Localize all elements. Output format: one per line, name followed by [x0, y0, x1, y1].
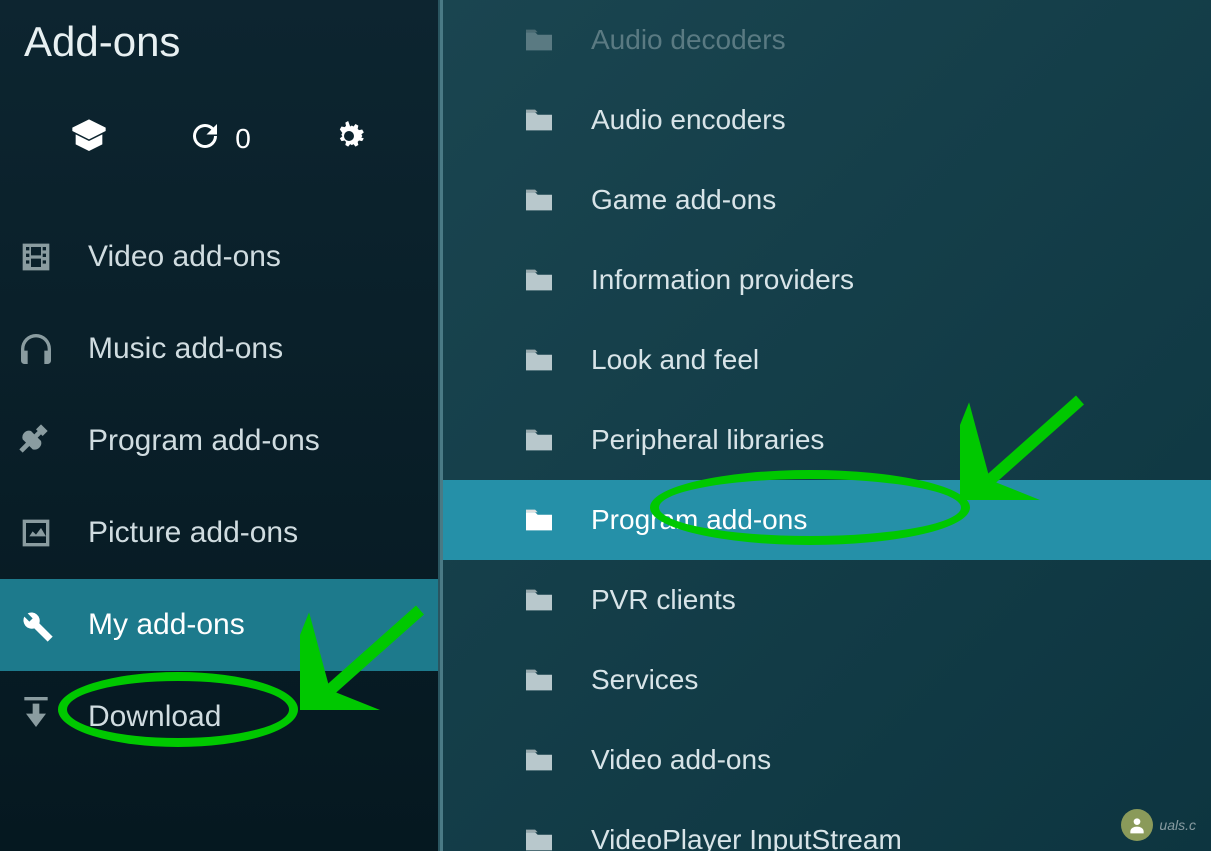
film-icon	[16, 237, 56, 277]
folder-icon	[523, 347, 555, 373]
sidebar-item-label: Picture add-ons	[88, 516, 298, 550]
category-label: Peripheral libraries	[591, 424, 824, 456]
headphones-icon	[16, 329, 56, 369]
folder-icon	[523, 27, 555, 53]
category-label: PVR clients	[591, 584, 736, 616]
toolbar: 0	[0, 76, 438, 211]
category-item-game-addons[interactable]: Game add-ons	[443, 160, 1211, 240]
sidebar-item-music-addons[interactable]: Music add-ons	[0, 303, 438, 395]
sidebar-item-label: Download	[88, 700, 221, 734]
sidebar-item-download[interactable]: Download	[0, 671, 438, 763]
category-label: Audio decoders	[591, 24, 786, 56]
folder-icon	[523, 667, 555, 693]
category-item-videoplayer-inputstream[interactable]: VideoPlayer InputStream	[443, 800, 1211, 851]
wrench-icon	[16, 605, 56, 645]
watermark-text: uals.c	[1159, 817, 1196, 833]
toolbar-count: 0	[235, 123, 251, 155]
category-item-peripheral-libraries[interactable]: Peripheral libraries	[443, 400, 1211, 480]
sidebar-item-my-addons[interactable]: My add-ons	[0, 579, 438, 671]
folder-icon	[523, 107, 555, 133]
sidebar-item-label: My add-ons	[88, 608, 245, 642]
sidebar-item-label: Video add-ons	[88, 240, 281, 274]
folder-icon	[523, 427, 555, 453]
sidebar-item-program-addons[interactable]: Program add-ons	[0, 395, 438, 487]
folder-icon	[523, 587, 555, 613]
category-label: Information providers	[591, 264, 854, 296]
category-label: Look and feel	[591, 344, 759, 376]
sidebar-item-picture-addons[interactable]: Picture add-ons	[0, 487, 438, 579]
download-icon	[16, 697, 56, 737]
category-item-video-addons[interactable]: Video add-ons	[443, 720, 1211, 800]
box-button[interactable]	[69, 116, 109, 161]
category-item-audio-decoders[interactable]: Audio decoders	[443, 0, 1211, 80]
watermark-avatar-icon	[1121, 809, 1153, 841]
folder-icon	[523, 267, 555, 293]
sidebar-item-video-addons[interactable]: Video add-ons	[0, 211, 438, 303]
folder-icon	[523, 827, 555, 851]
sidebar-item-label: Music add-ons	[88, 332, 283, 366]
category-label: Services	[591, 664, 698, 696]
page-title: Add-ons	[0, 0, 438, 76]
tools-icon	[16, 421, 56, 461]
box-icon	[69, 116, 109, 161]
category-item-services[interactable]: Services	[443, 640, 1211, 720]
folder-icon	[523, 187, 555, 213]
category-item-information-providers[interactable]: Information providers	[443, 240, 1211, 320]
right-panel: Audio decoders Audio encoders Game add-o…	[440, 0, 1211, 851]
folder-icon	[523, 507, 555, 533]
refresh-button[interactable]: 0	[187, 118, 251, 159]
settings-button[interactable]	[329, 116, 369, 161]
sidebar-item-label: Program add-ons	[88, 424, 320, 458]
sidebar: Add-ons 0 Video add-ons	[0, 0, 440, 851]
category-label: Audio encoders	[591, 104, 786, 136]
watermark: uals.c	[1121, 809, 1196, 841]
category-item-program-addons[interactable]: Program add-ons	[443, 480, 1211, 560]
folder-icon	[523, 747, 555, 773]
category-item-pvr-clients[interactable]: PVR clients	[443, 560, 1211, 640]
category-label: Program add-ons	[591, 504, 807, 536]
sidebar-list: Video add-ons Music add-ons Program add-…	[0, 211, 438, 763]
gear-icon	[329, 116, 369, 161]
category-item-look-and-feel[interactable]: Look and feel	[443, 320, 1211, 400]
category-label: Video add-ons	[591, 744, 771, 776]
refresh-icon	[187, 118, 223, 159]
category-list: Audio decoders Audio encoders Game add-o…	[443, 0, 1211, 851]
picture-icon	[16, 513, 56, 553]
category-label: Game add-ons	[591, 184, 776, 216]
category-label: VideoPlayer InputStream	[591, 824, 902, 851]
category-item-audio-encoders[interactable]: Audio encoders	[443, 80, 1211, 160]
